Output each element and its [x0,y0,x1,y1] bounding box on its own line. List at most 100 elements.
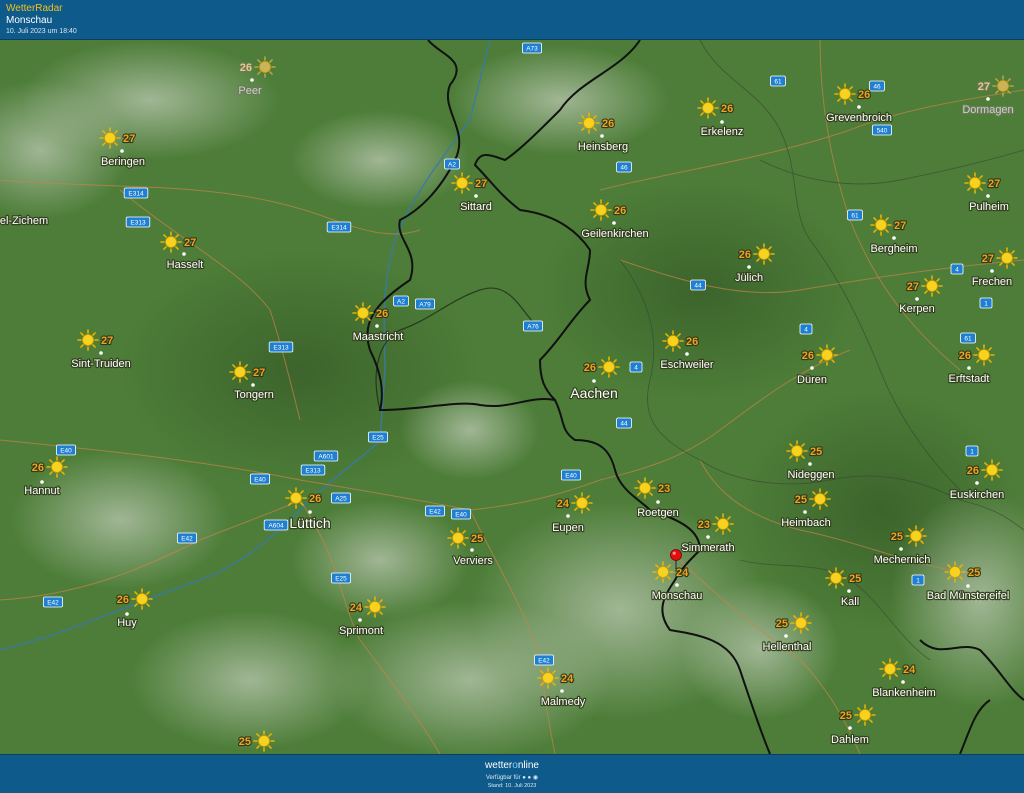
city-dot [986,194,990,198]
city-dot [656,500,660,504]
city-marker[interactable]: el-Zichem [0,214,49,228]
city-name: Geilenkirchen [581,228,648,240]
road-number: 46 [873,83,881,90]
sun-icon [571,492,593,514]
road-number: 4 [804,326,808,333]
road-number: E42 [181,535,193,542]
city-name: Euskirchen [950,489,1004,501]
road-number: 44 [694,282,702,289]
temperature-label: 27 [907,281,919,293]
temperature-label: 27 [184,237,196,249]
city-dot [474,194,478,198]
city-name: el-Zichem [0,215,48,227]
apple-icon[interactable]: ● [522,775,526,781]
app-header: WetterRadar Monschau 10. Juli 2023 um 18… [0,0,1024,40]
city-dot [901,680,905,684]
city-name: Verviers [453,555,493,567]
brand-logo[interactable]: wetteronline [0,760,1024,771]
sun-icon [816,344,838,366]
road-number: E313 [273,344,289,351]
road-number: E314 [128,190,144,197]
sun-icon [447,527,469,549]
city-dot [470,548,474,552]
road-number: E25 [372,434,384,441]
app-footer: wetteronline Verfügbar für ● ● ◉ Stand: … [0,754,1024,793]
city-name: Kerpen [899,303,934,315]
temperature-label: 26 [858,89,870,101]
temperature-label: 24 [903,664,916,676]
road-number: E313 [130,219,146,226]
sun-icon [99,127,121,149]
temperature-label: 26 [240,62,252,74]
road-number: 1 [916,577,920,584]
temperature-label: 24 [350,602,363,614]
city-name: Blankenheim [872,687,936,699]
sun-icon [870,214,892,236]
sun-icon [712,513,734,535]
sun-icon [537,667,559,689]
road-number: E313 [305,467,321,474]
city-dot [986,97,990,101]
city-dot [592,379,596,383]
city-dot [966,584,970,588]
weather-map[interactable]: A73 61 46 540 A2 46 E314 E313 E314 61 4 1 A2 A79 44 A76… [0,40,1024,754]
sun-icon [834,83,856,105]
road-sign: E25 [330,572,351,584]
road-sign: 1 [965,445,979,457]
road-sign: A2 [444,158,460,170]
road-sign: E42 [176,532,197,544]
sun-icon [160,231,182,253]
road-number: 1 [984,300,988,307]
road-sign: 1 [979,297,993,309]
road-number: A601 [318,453,334,460]
city-name: Dahlem [831,734,869,746]
temperature-label: 24 [676,567,689,579]
map-canvas[interactable]: A736146540A2 46E314E313E3146141A2 A7944A76… [0,40,1024,754]
temperature-label: 26 [721,103,733,115]
road-number: A2 [448,161,456,168]
sun-icon [254,56,276,78]
sun-icon [285,487,307,509]
temperature-label: 26 [802,350,814,362]
city-dot [182,252,186,256]
road-number: E40 [565,472,577,479]
city-dot [967,366,971,370]
road-sign: 4 [950,263,964,275]
road-number: A25 [335,495,347,502]
road-sign: E314 [326,221,352,233]
city-dot [685,352,689,356]
sun-icon [652,561,674,583]
road-sign: 1 [911,574,925,586]
road-sign: E314 [123,187,149,199]
road-sign: 4 [799,323,813,335]
road-sign: 61 [770,75,786,87]
road-number: E40 [60,447,72,454]
android-icon[interactable]: ● [528,775,532,781]
web-icon[interactable]: ◉ [533,775,538,781]
road-number: 540 [877,127,888,134]
temperature-label: 27 [101,335,113,347]
road-sign: A76 [523,320,544,332]
city-dot [675,583,679,587]
road-sign: A604 [263,519,289,531]
road-number: 1 [970,448,974,455]
city-dot [810,366,814,370]
city-dot [899,547,903,551]
road-number: E40 [455,511,467,518]
city-name: Erftstadt [949,373,990,385]
temperature-label: 25 [239,736,251,748]
sun-icon [578,112,600,134]
city-name: Sint-Truiden [71,358,131,370]
road-sign: E40 [561,469,582,481]
road-number: A76 [527,323,539,330]
sun-icon [229,361,251,383]
road-sign: 46 [616,161,632,173]
map-pin-icon[interactable] [670,549,682,561]
city-dot [120,149,124,153]
city-dot [784,634,788,638]
road-sign: 61 [847,209,863,221]
city-dot [40,480,44,484]
road-sign: 46 [869,80,885,92]
road-number: 61 [851,212,859,219]
road-sign: A79 [414,298,435,310]
